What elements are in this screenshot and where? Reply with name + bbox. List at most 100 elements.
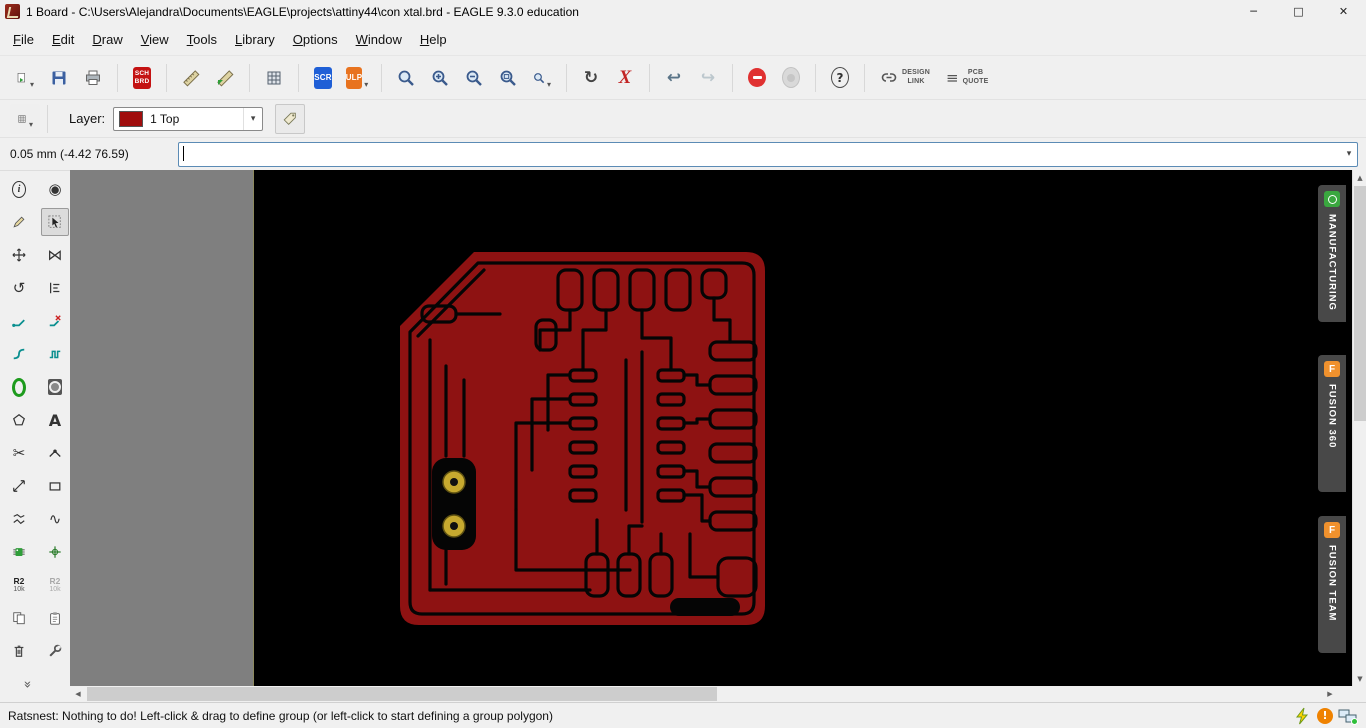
schematic-board-switch-button[interactable]: SCH BRD — [126, 62, 158, 94]
fusion-360-tab[interactable]: F FUSION 360 — [1318, 355, 1346, 492]
meander-button[interactable] — [41, 340, 69, 368]
zoom-in-button[interactable] — [424, 62, 456, 94]
cancel-command-button[interactable]: X — [609, 62, 641, 94]
copy-button[interactable] — [5, 604, 33, 632]
zoom-redraw-button[interactable]: ▾ — [526, 62, 558, 94]
move-button[interactable] — [5, 241, 33, 269]
measure-button[interactable] — [175, 62, 207, 94]
align-button[interactable] — [41, 274, 69, 302]
open-board-button[interactable]: ▾ — [9, 62, 41, 94]
show-button[interactable]: ◉ — [41, 175, 69, 203]
paste-button[interactable] — [41, 604, 69, 632]
menu-edit[interactable]: Edit — [43, 28, 83, 51]
info-button[interactable]: i — [5, 175, 33, 203]
ratsnest-button[interactable] — [5, 505, 33, 533]
horizontal-scrollbar[interactable]: ◀ ▶ — [70, 686, 1352, 702]
undo-button[interactable]: ↩ — [658, 62, 690, 94]
print-button[interactable] — [77, 62, 109, 94]
mirror-button[interactable]: ⋈ — [41, 241, 69, 269]
separator — [732, 63, 733, 92]
help-button[interactable]: ? — [824, 62, 856, 94]
pcb-quote-button[interactable]: ≡ PCB QUOTE — [939, 62, 995, 94]
group-select-button[interactable] — [41, 208, 69, 236]
via-button[interactable] — [5, 373, 33, 401]
design-link-button[interactable]: DESIGN LINK — [873, 62, 937, 94]
text-button[interactable]: A — [41, 406, 69, 434]
menu-tools[interactable]: Tools — [178, 28, 226, 51]
polygon-icon — [13, 413, 25, 426]
sync-lightning-icon[interactable] — [1294, 707, 1312, 725]
delete-button[interactable] — [5, 637, 33, 665]
redo-button[interactable]: ↪ — [692, 62, 724, 94]
save-button[interactable] — [43, 62, 75, 94]
zoom-out-button[interactable] — [458, 62, 490, 94]
run-ulp-button[interactable]: ULP ▾ — [341, 62, 373, 94]
tag-icon — [283, 112, 296, 125]
smash-button[interactable]: R2 10k — [41, 571, 69, 599]
refresh-button[interactable]: ↻ — [575, 62, 607, 94]
maximize-button[interactable]: □ — [1276, 0, 1321, 23]
fusion-team-tab[interactable]: F FUSION TEAM — [1318, 516, 1346, 653]
warning-icon[interactable]: ! — [1317, 707, 1333, 724]
polygon-button[interactable] — [5, 406, 33, 434]
menu-help[interactable]: Help — [411, 28, 456, 51]
wrench-icon — [49, 644, 62, 657]
ruler-dimension-icon — [217, 69, 234, 86]
zoom-menu-icon — [534, 72, 545, 83]
menu-options[interactable]: Options — [284, 28, 347, 51]
horizontal-scroll-thumb[interactable] — [87, 687, 717, 701]
vertical-scrollbar[interactable]: ▲ ▼ — [1352, 170, 1366, 686]
grid-settings-button[interactable]: ▾ — [10, 103, 40, 134]
manufacturing-tab[interactable]: MANUFACTURING — [1318, 185, 1346, 322]
route-button[interactable] — [5, 307, 33, 335]
layer-select[interactable]: 1 Top ▾ — [113, 106, 264, 131]
rotate-button[interactable]: ↺ — [5, 274, 33, 302]
pcb-board-artwork — [400, 252, 765, 625]
menu-draw[interactable]: Draw — [83, 28, 131, 51]
layer-color-swatch — [119, 110, 144, 127]
dimension-tool-button[interactable] — [209, 62, 241, 94]
scroll-down-icon[interactable]: ▼ — [1353, 671, 1366, 686]
value-button[interactable]: R2 10k — [5, 571, 33, 599]
ripup-button[interactable] — [41, 307, 69, 335]
scroll-right-icon[interactable]: ▶ — [1322, 686, 1338, 702]
menu-window[interactable]: Window — [347, 28, 411, 51]
run-script-button[interactable]: SCR — [307, 62, 339, 94]
change-button[interactable] — [5, 208, 33, 236]
rect-button[interactable] — [41, 472, 69, 500]
separator — [815, 63, 816, 92]
chevron-down-icon[interactable]: ▾ — [1341, 149, 1357, 159]
zoom-fit-button[interactable] — [492, 62, 524, 94]
layer-settings-button[interactable] — [275, 103, 306, 134]
split-button[interactable]: ✂ — [5, 439, 33, 467]
network-status-icon[interactable] — [1338, 707, 1358, 725]
chevron-down-icon[interactable]: » — [19, 681, 34, 687]
scroll-left-icon[interactable]: ◀ — [70, 686, 86, 702]
miter-button[interactable] — [41, 439, 69, 467]
chevron-down-icon: ▾ — [546, 79, 551, 89]
close-button[interactable]: ✕ — [1321, 0, 1366, 23]
wire-bend-button[interactable] — [5, 340, 33, 368]
chevron-down-icon[interactable]: ▾ — [243, 107, 262, 130]
command-input[interactable] — [179, 142, 1341, 166]
menu-library[interactable]: Library — [226, 28, 284, 51]
zoom-select-button[interactable] — [390, 62, 422, 94]
grid-button[interactable] — [258, 62, 290, 94]
circle-button[interactable] — [41, 373, 69, 401]
minimize-button[interactable]: ─ — [1231, 0, 1276, 23]
scroll-up-icon[interactable]: ▲ — [1353, 170, 1366, 185]
menu-view[interactable]: View — [132, 28, 178, 51]
footprint-button[interactable] — [5, 538, 33, 566]
value-label: R2 10k — [13, 576, 25, 593]
dimension-button[interactable] — [5, 472, 33, 500]
vertical-scroll-thumb[interactable] — [1354, 186, 1366, 421]
origin-button[interactable] — [41, 538, 69, 566]
stop-button[interactable] — [741, 62, 773, 94]
menu-file[interactable]: File — [4, 28, 43, 51]
pencil-icon — [13, 216, 25, 228]
go-button[interactable] — [775, 62, 807, 94]
board-canvas[interactable]: MANUFACTURING F FUSION 360 F FUSION TEAM — [70, 170, 1352, 686]
change-settings-button[interactable] — [41, 637, 69, 665]
meander-icon — [49, 350, 61, 359]
signal-button[interactable]: ∿ — [41, 505, 69, 533]
